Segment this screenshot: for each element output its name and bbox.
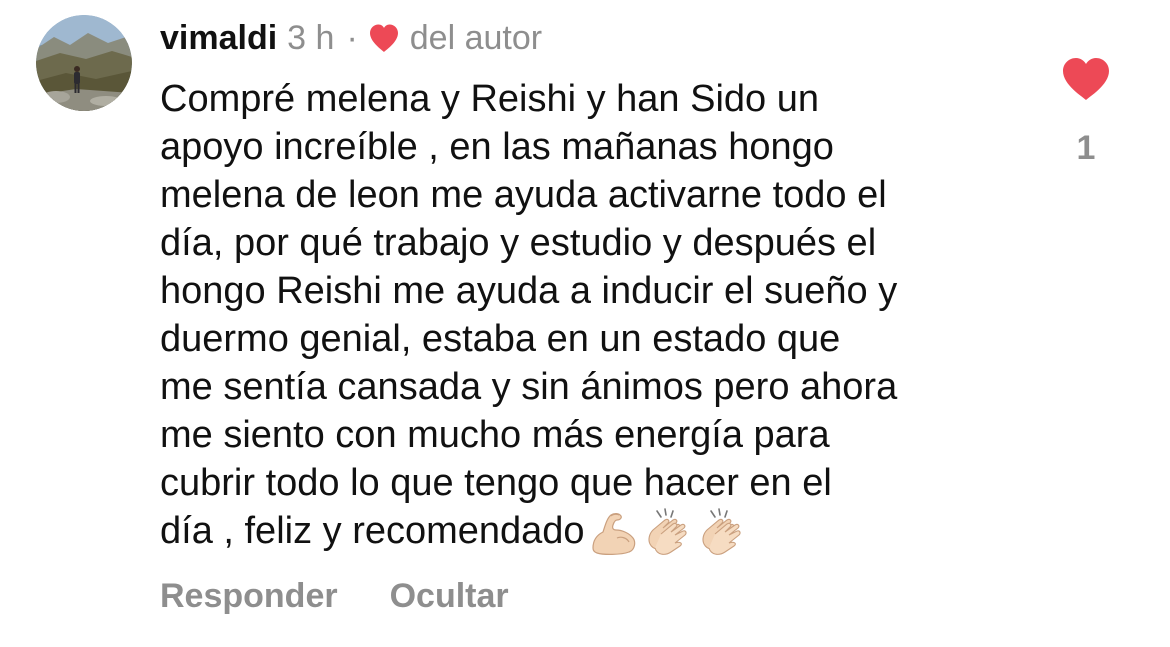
comment-actions: Responder Ocultar	[160, 574, 509, 618]
like-count: 1	[1076, 129, 1096, 167]
comment-line: me siento con mucho más energía para	[160, 414, 830, 456]
comment-line: hongo Reishi me ayuda a inducir el sueño…	[160, 270, 898, 312]
like-column: 1	[1058, 56, 1114, 168]
flexed-biceps-icon	[591, 512, 635, 555]
clapping-hands-icon	[702, 508, 741, 555]
heart-filled-icon[interactable]	[1060, 56, 1112, 102]
comment-line: melena de leon me ayuda activarne todo e…	[160, 174, 887, 216]
comment-text: Compré melena y Reishi y han Sido un apo…	[160, 75, 1040, 558]
comment-line: me sentía cansada y sin ánimos pero ahor…	[160, 366, 898, 408]
comment-line: apoyo increíble , en las mañanas hongo	[160, 126, 834, 168]
hide-button[interactable]: Ocultar	[390, 577, 509, 616]
meta-separator: ·	[346, 19, 358, 57]
timestamp: 3 h	[287, 19, 335, 57]
heart-filled-icon	[369, 24, 398, 52]
comment-line: Compré melena y Reishi y han Sido un	[160, 78, 820, 120]
comment-line: día , feliz y recomendado	[160, 510, 585, 552]
reply-button[interactable]: Responder	[160, 577, 338, 616]
comment-line: cubrir todo lo que tengo que hacer en el	[160, 462, 832, 504]
comment-line: día, por qué trabajo y estudio y después…	[160, 222, 877, 264]
avatar[interactable]	[36, 15, 132, 111]
comment-body: vimaldi 3 h · del autor Compré melena y …	[160, 14, 1040, 558]
clapping-hands-icon	[648, 508, 687, 555]
comment: vimaldi 3 h · del autor Compré melena y …	[0, 0, 1170, 647]
username[interactable]: vimaldi	[160, 14, 277, 62]
author-liked-label: del autor	[409, 19, 543, 57]
comment-line: duermo genial, estaba en un estado que	[160, 318, 841, 360]
comment-meta: vimaldi 3 h · del autor	[160, 14, 1040, 62]
